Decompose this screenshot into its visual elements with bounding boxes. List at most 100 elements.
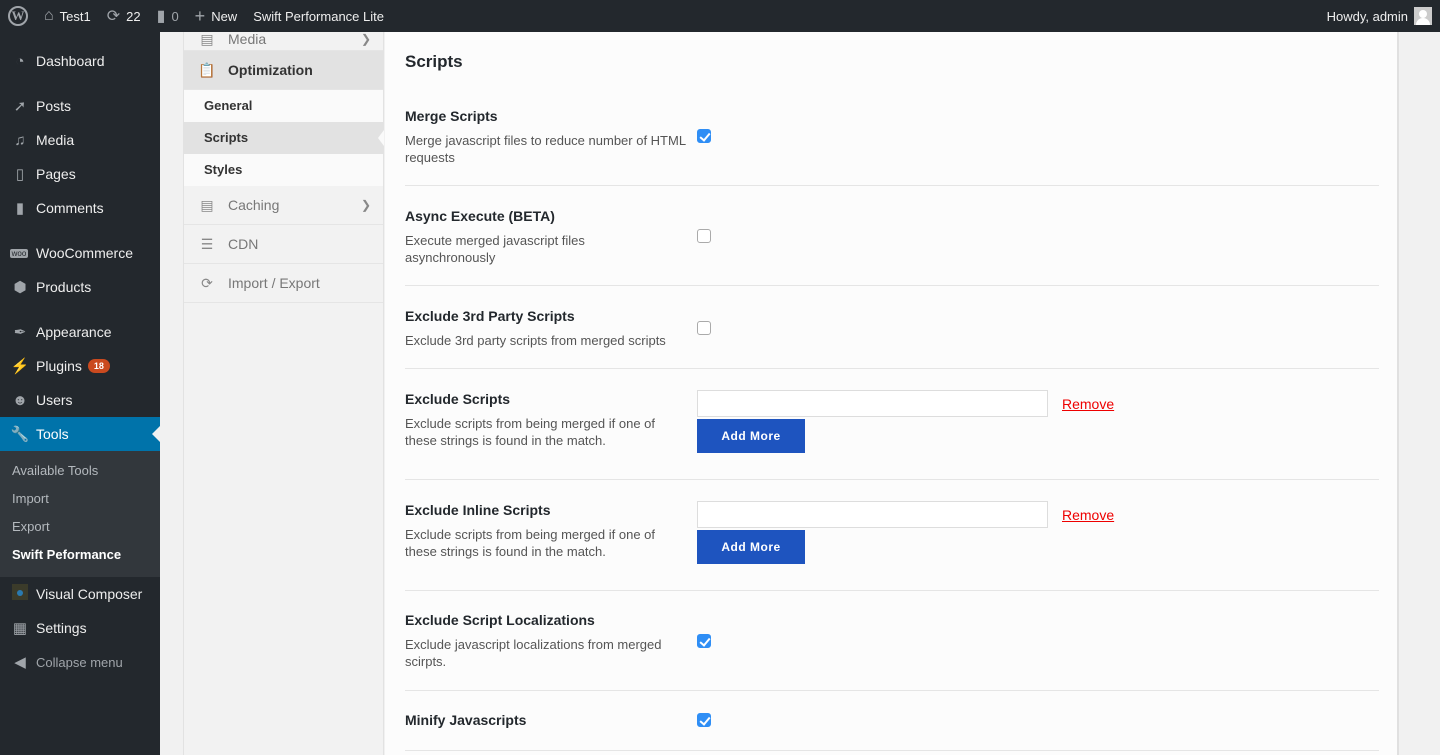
nav-cdn[interactable]: ☰ CDN: [184, 225, 383, 264]
nav-label: Media: [228, 31, 267, 47]
nav-media[interactable]: ▤ Media ❯: [184, 24, 383, 51]
setting-label: Exclude Inline Scripts: [405, 502, 551, 518]
collapse-menu-label: Collapse menu: [36, 654, 123, 670]
setting-description: Exclude scripts from being merged if one…: [405, 527, 656, 559]
my-account-menu[interactable]: Howdy, admin: [1319, 0, 1440, 32]
sidebar-item-label: Comments: [36, 200, 104, 216]
setting-label: Merge Scripts: [405, 108, 498, 124]
setting-label: Minify Javascripts: [405, 712, 527, 728]
setting-minify-javascripts: Minify Javascripts: [405, 691, 1379, 751]
plugins-update-badge: 18: [87, 359, 110, 373]
sync-icon: ⟳: [201, 274, 213, 291]
exclude-localizations-checkbox[interactable]: [697, 634, 711, 648]
collapse-icon: ◀: [14, 654, 26, 671]
sidebar-item-label: Users: [36, 392, 73, 408]
nav-optimization[interactable]: 📋 Optimization: [184, 51, 383, 90]
exclude-3rd-party-checkbox[interactable]: [697, 321, 711, 335]
submenu-import[interactable]: Import: [0, 485, 160, 513]
updates-count: 22: [126, 8, 141, 24]
wp-logo-menu[interactable]: W: [0, 0, 36, 32]
site-name: Test1: [59, 8, 91, 24]
submenu-available-tools[interactable]: Available Tools: [0, 457, 160, 485]
setting-exclude-inline-scripts: Exclude Inline Scripts Exclude scripts f…: [405, 480, 1379, 591]
sidebar-item-products[interactable]: ⬢ Products: [0, 270, 160, 304]
collapse-menu-button[interactable]: ◀ Collapse menu: [0, 645, 160, 679]
submenu-export[interactable]: Export: [0, 513, 160, 541]
sidebar-item-visual-composer[interactable]: Visual Composer: [0, 577, 160, 611]
nav-label: Import / Export: [228, 275, 320, 291]
refresh-icon: ⟳: [106, 8, 121, 25]
sidebar-item-woocommerce[interactable]: woo WooCommerce: [0, 236, 160, 270]
sidebar-item-label: Tools: [36, 426, 69, 442]
updates-link[interactable]: ⟳ 22: [99, 0, 149, 32]
exclude-scripts-remove-link[interactable]: Remove: [1062, 396, 1114, 412]
setting-exclude-3rd-party: Exclude 3rd Party Scripts Exclude 3rd pa…: [405, 286, 1379, 369]
server-icon: ☰: [200, 235, 214, 252]
async-execute-checkbox[interactable]: [697, 229, 711, 243]
setting-async-execute: Async Execute (BETA) Execute merged java…: [405, 186, 1379, 286]
sidebar-item-appearance[interactable]: ✒ Appearance: [0, 315, 160, 349]
wrench-icon: 🔧: [10, 426, 30, 443]
comment-icon: ▮: [15, 200, 25, 217]
wordpress-logo-icon: W: [8, 6, 28, 26]
clipboard-icon: 📋: [198, 61, 216, 78]
submenu-swift-performance[interactable]: Swift Peformance: [0, 541, 160, 569]
setting-description: Merge javascript files to reduce number …: [405, 133, 686, 165]
sidebar-item-settings[interactable]: ▦ Settings: [0, 611, 160, 645]
setting-merge-scripts: Merge Scripts Merge javascript files to …: [405, 102, 1379, 186]
sidebar-item-dashboard[interactable]: ◔ Dashboard: [0, 44, 160, 78]
setting-description: Execute merged javascript files asynchro…: [405, 233, 585, 265]
chevron-down-icon: ❯: [360, 32, 371, 46]
setting-exclude-script-localizations: Exclude Script Localizations Exclude jav…: [405, 591, 1379, 691]
exclude-scripts-input[interactable]: [697, 390, 1048, 417]
sidebar-item-comments[interactable]: ▮ Comments: [0, 191, 160, 225]
sidebar-item-pages[interactable]: ▯ Pages: [0, 157, 160, 191]
setting-label: Exclude 3rd Party Scripts: [405, 308, 575, 324]
nav-sub-scripts[interactable]: Scripts: [184, 122, 384, 154]
plugin-settings-nav: ▤ Media ❯ 📋 Optimization General Scripts St…: [183, 31, 384, 755]
swift-performance-label: Swift Performance Lite: [253, 8, 384, 24]
brush-icon: ✒: [13, 324, 27, 341]
sidebar-item-label: Posts: [36, 98, 72, 114]
nav-sub-styles[interactable]: Styles: [184, 154, 383, 186]
exclude-inline-scripts-add-more-button[interactable]: Add More: [697, 530, 805, 564]
nav-label: CDN: [228, 236, 259, 252]
sidebar-item-label: Pages: [36, 166, 76, 182]
sidebar-item-label: Appearance: [36, 324, 112, 340]
merge-scripts-checkbox[interactable]: [697, 129, 711, 143]
chart-icon: ▤: [200, 196, 214, 213]
sidebar-item-label: Media: [36, 132, 75, 148]
vc-icon: [12, 584, 28, 600]
setting-label: Exclude Script Localizations: [405, 612, 595, 628]
sidebar-item-media[interactable]: ♫ Media: [0, 123, 160, 157]
exclude-inline-scripts-remove-link[interactable]: Remove: [1062, 507, 1114, 523]
setting-label: Exclude Scripts: [405, 391, 511, 407]
site-name-link[interactable]: ⌂ Test1: [36, 0, 99, 32]
exclude-scripts-add-more-button[interactable]: Add More: [697, 419, 805, 453]
section-title: Scripts: [405, 52, 463, 71]
sidebar-item-label: WooCommerce: [36, 245, 133, 261]
nav-import-export[interactable]: ⟳ Import / Export: [184, 264, 383, 303]
setting-description: Exclude javascript localizations from me…: [405, 637, 662, 669]
avatar: [1414, 7, 1432, 25]
comments-link[interactable]: ▮ 0: [149, 0, 187, 32]
sidebar-item-users[interactable]: ☻ Users: [0, 383, 160, 417]
sidebar-item-plugins[interactable]: ⚡ Plugins 18: [0, 349, 160, 383]
pages-icon: ▯: [15, 166, 25, 183]
sidebar-item-label: Products: [36, 279, 92, 295]
minify-javascripts-checkbox[interactable]: [697, 713, 711, 727]
media-icon: ♫: [14, 131, 26, 149]
page-margin: [1399, 32, 1440, 755]
box-icon: ⬢: [13, 279, 27, 296]
sidebar-item-tools[interactable]: 🔧 Tools: [0, 417, 160, 451]
sidebar-item-posts[interactable]: ➚ Posts: [0, 89, 160, 123]
nav-label: Optimization: [228, 62, 313, 78]
nav-sub-general[interactable]: General: [184, 90, 383, 122]
nav-caching[interactable]: ▤ Caching ❯: [184, 186, 383, 225]
dashboard-icon: ◔: [15, 52, 25, 70]
new-label: New: [211, 8, 238, 24]
woo-icon: woo: [10, 248, 28, 258]
comment-icon: ▮: [156, 8, 166, 25]
sidebar-item-label: Settings: [36, 620, 87, 636]
exclude-inline-scripts-input[interactable]: [697, 501, 1048, 528]
